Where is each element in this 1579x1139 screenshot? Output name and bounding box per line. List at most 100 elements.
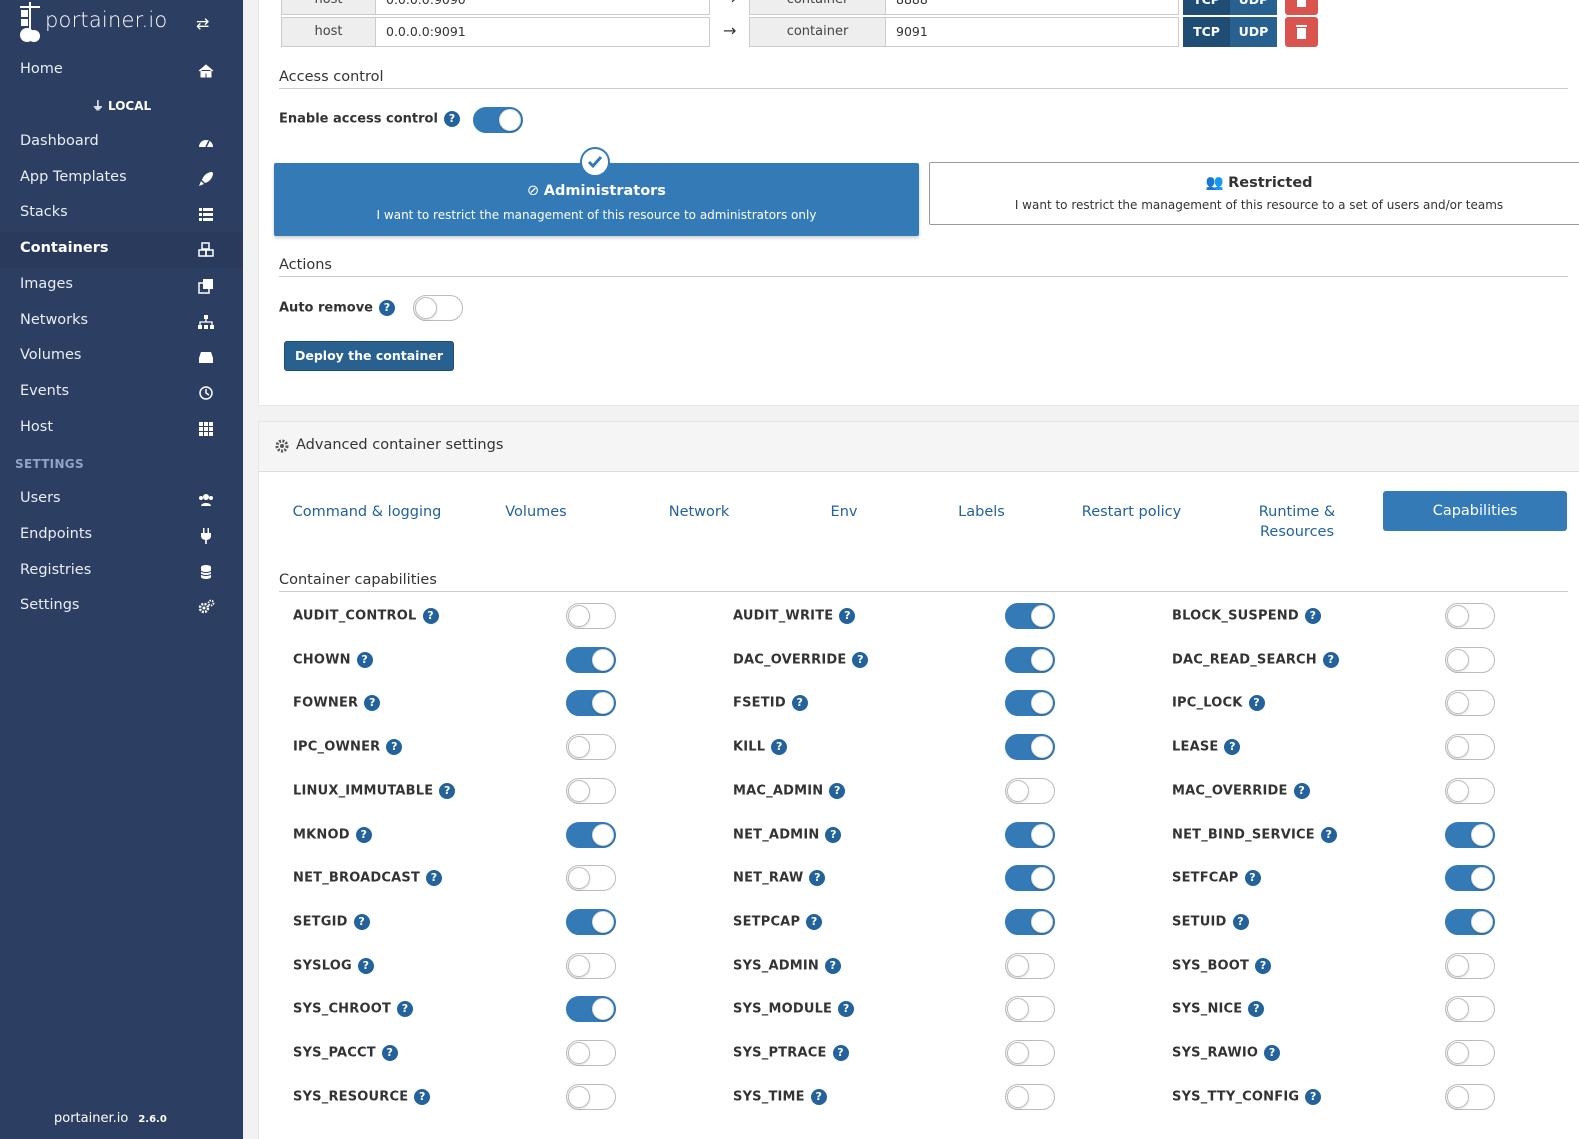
help-icon[interactable]: ? (356, 651, 373, 668)
capability-toggle[interactable] (1005, 865, 1055, 892)
capability-toggle[interactable] (1005, 646, 1055, 673)
capability-toggle[interactable] (1445, 734, 1495, 761)
tcp-button[interactable]: TCP (1183, 17, 1230, 47)
capability-toggle[interactable] (566, 734, 616, 761)
capability-toggle[interactable] (1005, 690, 1055, 717)
tab-labels[interactable]: Labels (924, 502, 1039, 522)
deploy-container-button[interactable]: Deploy the container (284, 341, 455, 371)
tab-volumes[interactable]: Volumes (457, 502, 615, 522)
help-icon[interactable]: ? (1255, 957, 1272, 974)
sidebar-item-app-templates[interactable]: App Templates (0, 161, 243, 197)
help-icon[interactable]: ? (439, 782, 456, 799)
brand-logo[interactable]: portainer.io (18, 2, 178, 44)
capability-toggle[interactable] (566, 996, 616, 1023)
help-icon[interactable]: ? (810, 1088, 827, 1105)
sidebar-item-images[interactable]: Images (0, 268, 243, 304)
capability-toggle[interactable] (566, 952, 616, 979)
udp-button[interactable]: UDP (1230, 17, 1277, 47)
help-icon[interactable]: ? (1322, 651, 1339, 668)
capability-toggle[interactable] (1005, 1083, 1055, 1110)
help-icon[interactable]: ? (443, 111, 460, 127)
sidebar-item-users[interactable]: Users (0, 482, 243, 518)
capability-toggle[interactable] (1445, 1040, 1495, 1066)
sidebar-item-host[interactable]: Host (0, 411, 243, 447)
capability-toggle[interactable] (1445, 603, 1495, 629)
capability-toggle[interactable] (1005, 996, 1055, 1023)
help-icon[interactable]: ? (806, 913, 823, 930)
capability-toggle[interactable] (1005, 603, 1055, 629)
help-icon[interactable]: ? (1305, 1088, 1322, 1105)
tab-capabilities[interactable]: Capabilities (1383, 491, 1567, 531)
restricted-option[interactable]: 👥 Restricted I want to restrict the mana… (929, 162, 1579, 225)
capability-toggle[interactable] (1005, 908, 1055, 935)
help-icon[interactable]: ? (355, 826, 372, 843)
capability-toggle[interactable] (1005, 777, 1055, 804)
capability-toggle[interactable] (566, 908, 616, 935)
capability-toggle[interactable] (1445, 996, 1495, 1023)
help-icon[interactable]: ? (838, 1001, 855, 1018)
tcp-button[interactable]: TCP (1183, 0, 1230, 15)
tab-restart-policy[interactable]: Restart policy (1059, 502, 1204, 522)
udp-button[interactable]: UDP (1230, 0, 1277, 15)
help-icon[interactable]: ? (386, 739, 403, 756)
tab-runtime-resources[interactable]: Runtime & Resources (1227, 502, 1367, 542)
capability-toggle[interactable] (566, 603, 616, 629)
capability-toggle[interactable] (1445, 821, 1495, 848)
help-icon[interactable]: ? (1248, 1001, 1265, 1018)
help-icon[interactable]: ? (378, 300, 395, 316)
help-icon[interactable]: ? (397, 1001, 414, 1018)
tab-command-logging[interactable]: Command & logging (277, 502, 457, 522)
help-icon[interactable]: ? (353, 913, 370, 930)
host-port-input[interactable]: 0.0.0.0:9091 (375, 17, 710, 47)
sidebar-item-dashboard[interactable]: Dashboard (0, 125, 243, 161)
help-icon[interactable]: ? (422, 608, 439, 624)
capability-toggle[interactable] (566, 690, 616, 717)
capability-toggle[interactable] (566, 1083, 616, 1110)
capability-toggle[interactable] (566, 865, 616, 892)
capability-toggle[interactable] (1005, 821, 1055, 848)
capability-toggle[interactable] (566, 821, 616, 848)
capability-toggle[interactable] (1005, 952, 1055, 979)
help-icon[interactable]: ? (364, 695, 381, 712)
help-icon[interactable]: ? (1244, 870, 1261, 887)
capability-toggle[interactable] (566, 1040, 616, 1066)
capability-toggle[interactable] (1445, 865, 1495, 892)
access-control-toggle[interactable] (473, 107, 523, 133)
help-icon[interactable]: ? (809, 870, 826, 887)
help-icon[interactable]: ? (1293, 782, 1310, 799)
sidebar-item-stacks[interactable]: Stacks (0, 196, 243, 232)
sidebar-item-volumes[interactable]: Volumes (0, 339, 243, 375)
container-port-input[interactable]: 9091 (885, 17, 1179, 47)
sidebar-item-networks[interactable]: Networks (0, 304, 243, 340)
sidebar-item-events[interactable]: Events (0, 375, 243, 411)
auto-remove-toggle[interactable] (413, 295, 463, 321)
sidebar-item-endpoints[interactable]: Endpoints (0, 518, 243, 554)
help-icon[interactable]: ? (1232, 913, 1249, 930)
tab-network[interactable]: Network (619, 502, 779, 522)
capability-toggle[interactable] (1445, 646, 1495, 673)
host-port-input[interactable]: 0.0.0.0:9090 (375, 0, 710, 15)
capability-toggle[interactable] (1445, 777, 1495, 804)
help-icon[interactable]: ? (839, 608, 856, 624)
capability-toggle[interactable] (566, 777, 616, 804)
tab-env[interactable]: Env (799, 502, 889, 522)
help-icon[interactable]: ? (824, 957, 841, 974)
help-icon[interactable]: ? (1248, 695, 1265, 712)
help-icon[interactable]: ? (1224, 739, 1241, 756)
help-icon[interactable]: ? (381, 1045, 398, 1061)
help-icon[interactable]: ? (357, 957, 374, 974)
remove-port-button[interactable] (1285, 0, 1318, 15)
help-icon[interactable]: ? (825, 826, 842, 843)
capability-toggle[interactable] (566, 646, 616, 673)
capability-toggle[interactable] (1445, 690, 1495, 717)
remove-port-button[interactable] (1285, 17, 1318, 47)
sidebar-item-containers[interactable]: Containers (0, 232, 243, 268)
help-icon[interactable]: ? (771, 739, 788, 756)
help-icon[interactable]: ? (791, 695, 808, 712)
capability-toggle[interactable] (1005, 1040, 1055, 1066)
help-icon[interactable]: ? (414, 1088, 431, 1105)
help-icon[interactable]: ? (852, 651, 869, 668)
help-icon[interactable]: ? (426, 870, 443, 887)
capability-toggle[interactable] (1445, 908, 1495, 935)
capability-toggle[interactable] (1005, 734, 1055, 761)
